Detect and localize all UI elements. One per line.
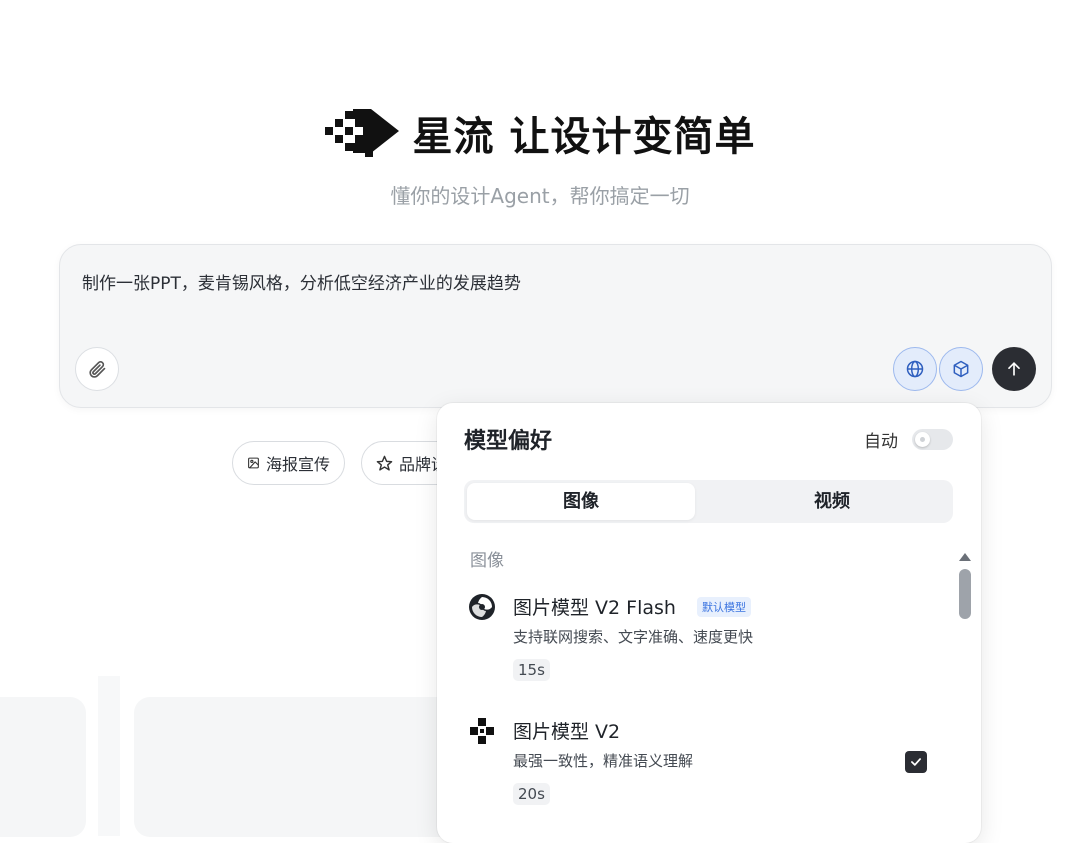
chip-poster[interactable]: 海报宣传	[232, 441, 345, 485]
cube-icon	[953, 360, 969, 378]
model-preference-panel: 模型偏好 自动 图像 视频 图像 图片模型 V2 Flash 默认模型 支持联网…	[437, 403, 981, 843]
prompt-input[interactable]: 制作一张PPT，麦肯锡风格，分析低空经济产业的发展趋势	[82, 269, 521, 294]
template-card[interactable]	[134, 697, 464, 837]
hero-subtitle: 懂你的设计Agent，帮你搞定一切	[390, 184, 690, 208]
swirl-logo-icon	[469, 594, 495, 620]
panel-title: 模型偏好	[464, 429, 553, 454]
hero-title-text: 星流 让设计变简单	[412, 114, 756, 160]
toggle-knob	[915, 432, 930, 447]
tab-image[interactable]: 图像	[467, 483, 695, 520]
attach-button[interactable]	[75, 347, 119, 391]
model-name: 图片模型 V2 Flash	[513, 597, 676, 619]
hero: 星流 让设计变简单	[0, 104, 1080, 162]
model-description: 最强一致性，精准语义理解	[513, 752, 694, 770]
model-item-v2[interactable]: 图片模型 V2 最强一致性，精准语义理解 20s	[468, 717, 938, 812]
star-icon	[376, 455, 393, 471]
model-name: 图片模型 V2	[513, 721, 621, 743]
section-label: 图像	[470, 551, 504, 571]
paperclip-icon	[89, 361, 106, 378]
selected-checkbox[interactable]	[905, 751, 927, 773]
arrow-up-icon	[1008, 362, 1020, 376]
model-type-tabs: 图像 视频	[464, 480, 953, 523]
default-model-badge: 默认模型	[697, 597, 751, 617]
divider	[98, 676, 120, 836]
xingliu-logo-icon	[324, 109, 399, 157]
template-card[interactable]	[0, 697, 86, 837]
hero-title: 星流 让设计变简单	[324, 104, 756, 162]
check-icon	[911, 758, 921, 766]
web-search-toggle-button[interactable]	[893, 347, 937, 391]
auto-toggle[interactable]	[912, 429, 953, 450]
image-icon	[248, 457, 259, 469]
tab-video[interactable]: 视频	[711, 483, 953, 520]
xingliu-logo-icon	[470, 718, 494, 744]
auto-label: 自动	[864, 432, 898, 452]
model-description: 支持联网搜索、文字准确、速度更快	[513, 628, 754, 646]
model-select-button[interactable]	[939, 347, 983, 391]
prompt-composer: 制作一张PPT，麦肯锡风格，分析低空经济产业的发展趋势	[59, 244, 1052, 408]
model-time: 15s	[513, 659, 550, 681]
globe-icon	[906, 360, 924, 378]
chip-label: 海报宣传	[265, 455, 330, 474]
scroll-up-arrow-icon[interactable]	[959, 553, 971, 561]
model-item-v2-flash[interactable]: 图片模型 V2 Flash 默认模型 支持联网搜索、文字准确、速度更快 15s	[468, 593, 938, 688]
send-button[interactable]	[992, 347, 1036, 391]
model-time: 20s	[513, 783, 550, 805]
scrollbar-thumb[interactable]	[959, 569, 971, 619]
